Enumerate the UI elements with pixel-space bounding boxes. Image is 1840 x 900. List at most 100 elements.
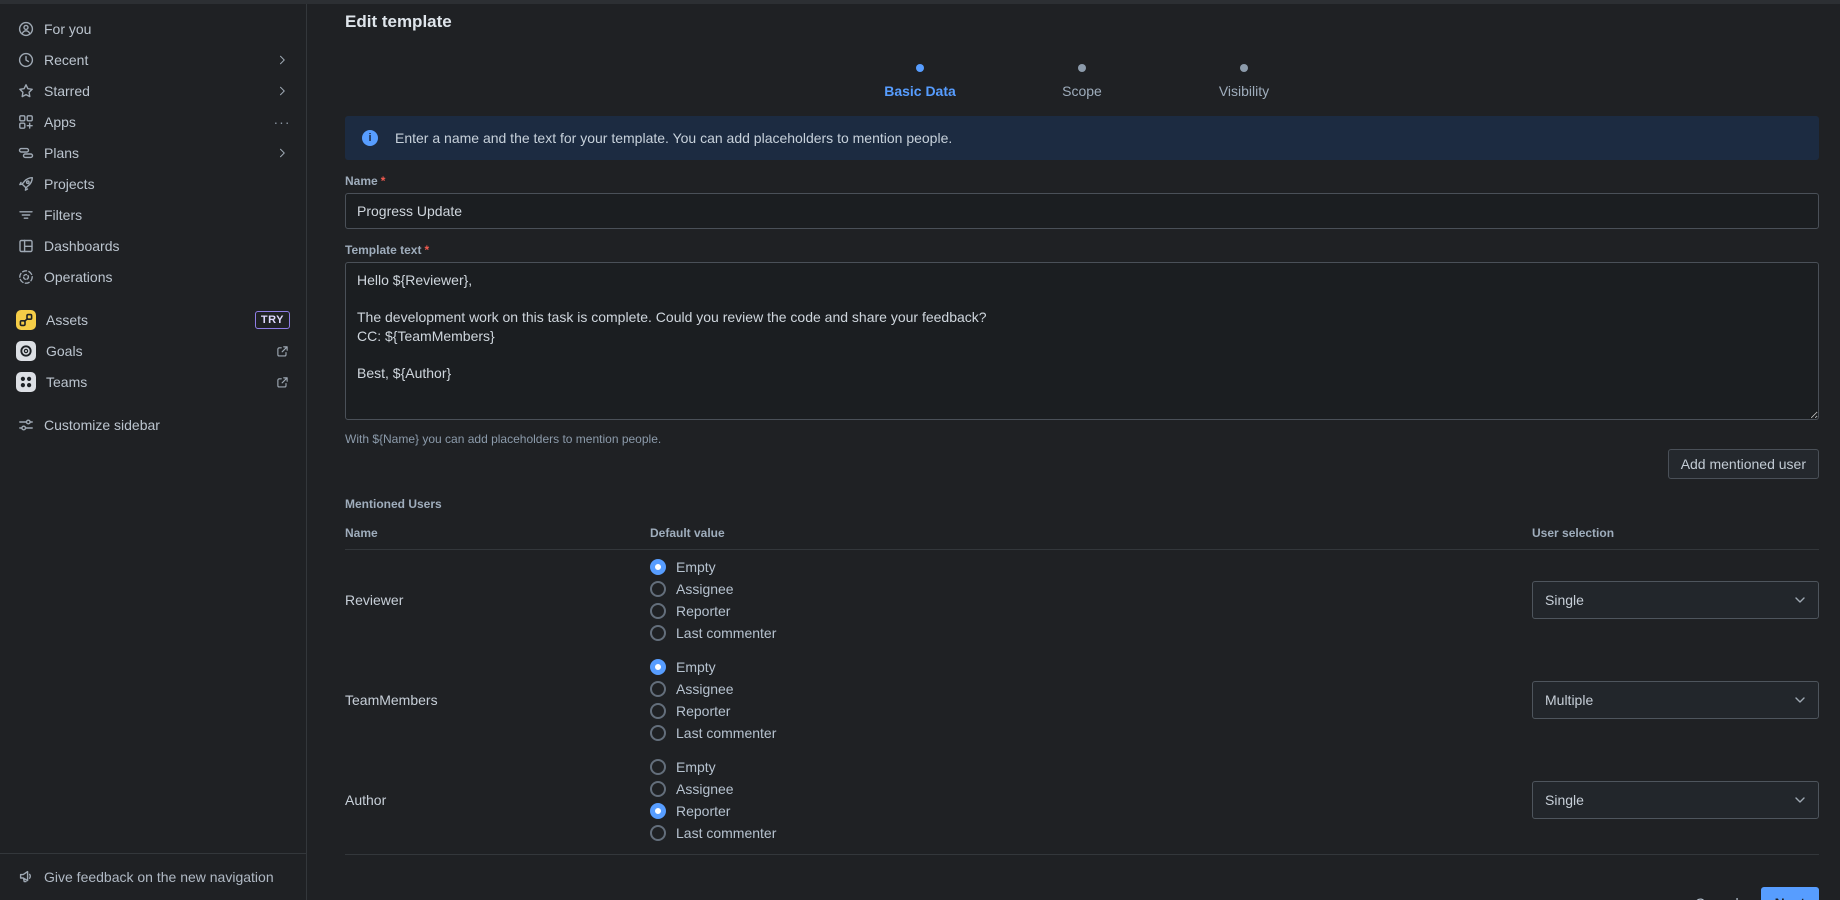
external-link-icon	[274, 374, 290, 390]
more-ellipsis-icon[interactable]: ···	[274, 114, 290, 130]
radio-option-assignee[interactable]: Assignee	[650, 681, 1532, 697]
radio-button[interactable]	[650, 825, 666, 841]
timeline-bars-icon	[18, 145, 34, 161]
radio-option-reporter[interactable]: Reporter	[650, 703, 1532, 719]
radio-button[interactable]	[650, 781, 666, 797]
info-icon: i	[362, 130, 378, 146]
chevron-down-icon	[1792, 592, 1808, 608]
sidebar: For you Recent Starred Apps	[0, 4, 307, 900]
sidebar-item-goals[interactable]: Goals	[8, 336, 298, 366]
chevron-down-icon	[1792, 792, 1808, 808]
sliders-icon	[18, 417, 34, 433]
default-value-radio-group: Empty Assignee Reporter Last commenter	[650, 559, 1532, 641]
radio-label: Empty	[676, 659, 716, 675]
radio-button[interactable]	[650, 559, 666, 575]
sidebar-item-teams[interactable]: Teams	[8, 367, 298, 397]
clock-icon	[18, 52, 34, 68]
selected-value: Single	[1545, 792, 1584, 808]
sidebar-item-label: Starred	[44, 83, 264, 99]
user-selection-dropdown[interactable]: Multiple	[1532, 681, 1819, 719]
radio-option-last-commenter[interactable]: Last commenter	[650, 825, 1532, 841]
page-title: Edit template	[345, 12, 1819, 32]
radio-option-reporter[interactable]: Reporter	[650, 603, 1532, 619]
template-helper-text: With ${Name} you can add placeholders to…	[345, 432, 1819, 446]
radio-button[interactable]	[650, 681, 666, 697]
cancel-button[interactable]: Cancel	[1683, 889, 1751, 900]
wizard-footer: Cancel Next	[345, 887, 1819, 900]
sidebar-item-label: Operations	[44, 269, 290, 285]
step-basic-data[interactable]: Basic Data	[839, 64, 1001, 99]
radio-button[interactable]	[650, 603, 666, 619]
sidebar-item-starred[interactable]: Starred	[8, 76, 298, 106]
radio-option-last-commenter[interactable]: Last commenter	[650, 725, 1532, 741]
sidebar-item-dashboards[interactable]: Dashboards	[8, 231, 298, 261]
label-text: Name	[345, 174, 378, 188]
sidebar-item-label: Customize sidebar	[44, 417, 290, 433]
next-button[interactable]: Next	[1761, 887, 1819, 900]
radio-option-assignee[interactable]: Assignee	[650, 781, 1532, 797]
name-input[interactable]	[345, 193, 1819, 229]
mentioned-user-name: Author	[345, 792, 650, 808]
user-selection-dropdown[interactable]: Single	[1532, 581, 1819, 619]
sidebar-item-assets[interactable]: Assets TRY	[8, 305, 298, 335]
sidebar-item-label: Assets	[46, 312, 245, 328]
chevron-right-icon[interactable]	[274, 83, 290, 99]
required-marker: *	[381, 174, 386, 188]
radio-option-empty[interactable]: Empty	[650, 559, 1532, 575]
radio-button[interactable]	[650, 659, 666, 675]
template-text-label: Template text *	[345, 243, 1819, 257]
table-row: Reviewer Empty Assignee Reporter Last co…	[345, 550, 1819, 650]
rocket-icon	[18, 176, 34, 192]
radio-label: Last commenter	[676, 825, 776, 841]
sidebar-item-operations[interactable]: Operations	[8, 262, 298, 292]
sidebar-item-label: Goals	[46, 343, 264, 359]
sidebar-item-for-you[interactable]: For you	[8, 14, 298, 44]
step-scope[interactable]: Scope	[1001, 64, 1163, 99]
chevron-right-icon[interactable]	[274, 145, 290, 161]
radio-label: Assignee	[676, 581, 734, 597]
chevron-right-icon[interactable]	[274, 52, 290, 68]
sidebar-item-filters[interactable]: Filters	[8, 200, 298, 230]
sidebar-group-divider	[0, 293, 306, 305]
radio-option-empty[interactable]: Empty	[650, 659, 1532, 675]
sidebar-item-projects[interactable]: Projects	[8, 169, 298, 199]
radio-button[interactable]	[650, 581, 666, 597]
radio-label: Last commenter	[676, 625, 776, 641]
app-window: For you Recent Starred Apps	[0, 4, 1840, 900]
sidebar-item-label: Recent	[44, 52, 264, 68]
mentioned-users-table: Name Default value User selection Review…	[345, 526, 1819, 855]
radio-option-reporter[interactable]: Reporter	[650, 803, 1532, 819]
selected-value: Multiple	[1545, 692, 1593, 708]
sidebar-item-plans[interactable]: Plans	[8, 138, 298, 168]
radio-option-last-commenter[interactable]: Last commenter	[650, 625, 1532, 641]
radio-option-empty[interactable]: Empty	[650, 759, 1532, 775]
sidebar-item-customize[interactable]: Customize sidebar	[8, 410, 298, 440]
radio-label: Assignee	[676, 781, 734, 797]
radio-label: Reporter	[676, 803, 730, 819]
sidebar-item-apps[interactable]: Apps ···	[8, 107, 298, 137]
sidebar-item-label: Plans	[44, 145, 264, 161]
radio-button[interactable]	[650, 725, 666, 741]
template-text-area[interactable]: Hello ${Reviewer}, The development work …	[345, 262, 1819, 420]
feedback-link[interactable]: Give feedback on the new navigation	[0, 853, 306, 900]
step-visibility[interactable]: Visibility	[1163, 64, 1325, 99]
assets-icon	[16, 310, 36, 330]
radio-option-assignee[interactable]: Assignee	[650, 581, 1532, 597]
table-header-row: Name Default value User selection	[345, 526, 1819, 550]
operations-radar-icon	[18, 269, 34, 285]
sidebar-item-label: Filters	[44, 207, 290, 223]
step-label: Scope	[1062, 83, 1102, 99]
add-mentioned-user-button[interactable]: Add mentioned user	[1668, 449, 1819, 479]
teams-icon	[16, 372, 36, 392]
sidebar-item-recent[interactable]: Recent	[8, 45, 298, 75]
user-selection-dropdown[interactable]: Single	[1532, 781, 1819, 819]
radio-button[interactable]	[650, 625, 666, 641]
radio-label: Assignee	[676, 681, 734, 697]
radio-button[interactable]	[650, 759, 666, 775]
radio-button[interactable]	[650, 803, 666, 819]
radio-button[interactable]	[650, 703, 666, 719]
chevron-down-icon	[1792, 692, 1808, 708]
external-link-icon	[274, 343, 290, 359]
filter-lines-icon	[18, 207, 34, 223]
step-label: Basic Data	[884, 83, 956, 99]
